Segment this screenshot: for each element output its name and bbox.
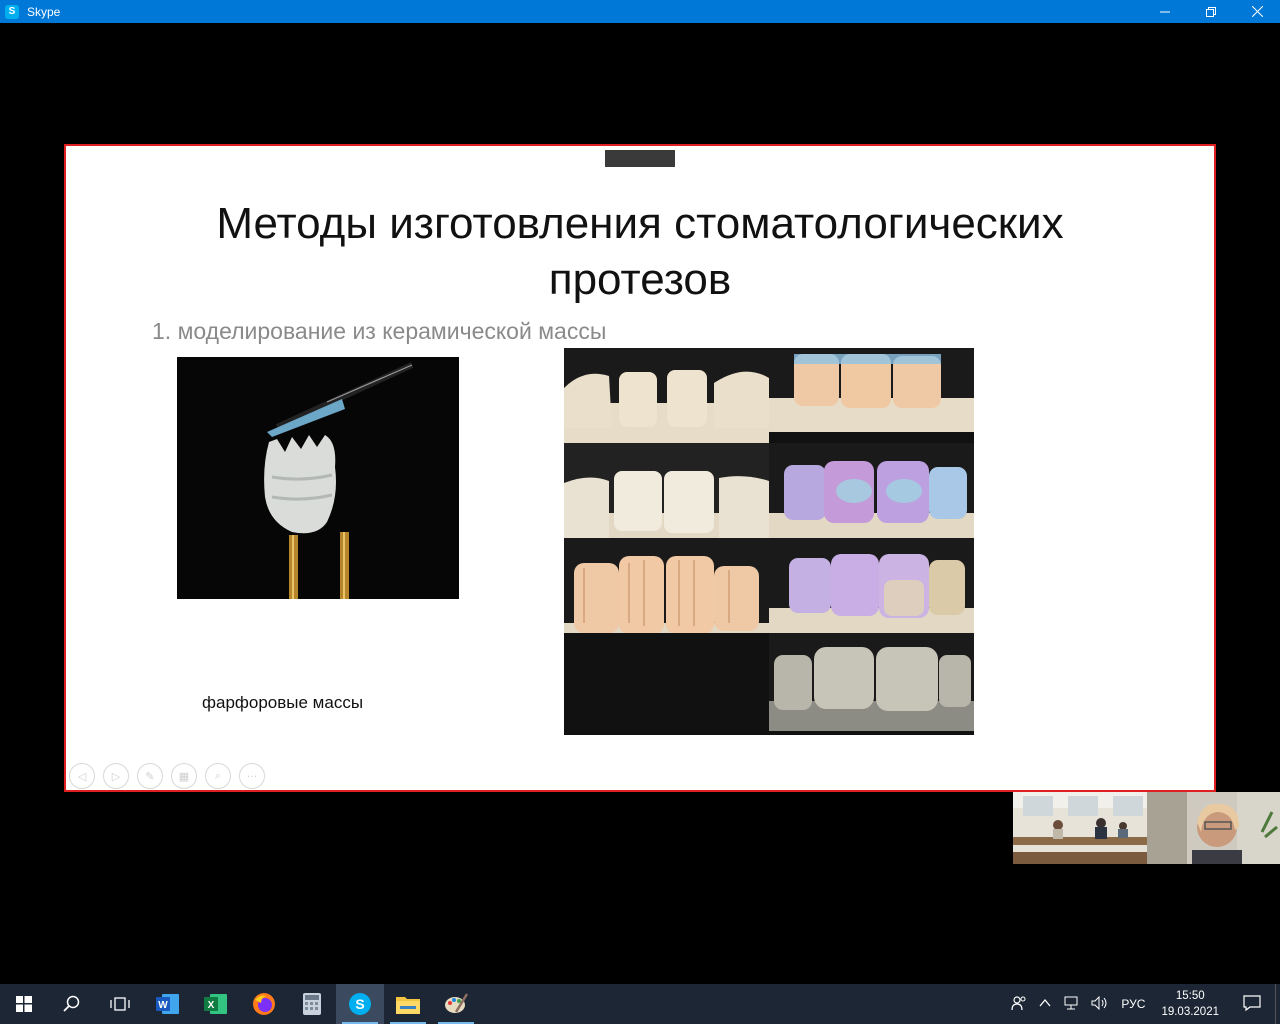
speaker-icon [1091,995,1107,1010]
stage-photo-2 [769,348,974,443]
stage-photo-5 [564,538,769,633]
close-icon [1251,6,1263,17]
window-titlebar: S Skype [0,0,1280,23]
show-desktop-button[interactable] [1275,984,1280,1024]
chevron-up-icon [1039,998,1051,1007]
taskbar-paint[interactable] [432,984,480,1024]
input-language-button[interactable]: РУС [1115,997,1151,1011]
file-explorer-icon [396,997,420,1014]
photo-caption: фарфоровые массы [202,693,364,712]
network-icon [1064,996,1078,1009]
notifications-icon [1243,994,1261,1011]
skype-icon: S [349,993,371,1015]
stage-photo-4 [769,443,974,538]
skype-app-icon: S [5,4,19,19]
task-view-icon [110,997,130,1011]
taskbar-clock[interactable]: 15:50 19.03.2021 [1151,988,1229,1020]
crown-modeling-photo [177,357,459,599]
stage-photo-1 [564,348,769,443]
see-all-slides-button[interactable]: ▦ [171,763,197,789]
people-icon [1011,995,1026,1010]
svg-text:X: X [208,1000,215,1011]
slide-title: Методы изготовления стоматологических пр… [66,196,1214,308]
taskbar-skype[interactable]: S [336,984,384,1024]
paint-icon [445,993,468,1013]
volume-button[interactable] [1085,995,1115,1013]
layering-stages-photo [564,348,974,735]
taskbar-file-explorer[interactable] [384,984,432,1024]
restore-button[interactable] [1188,0,1234,23]
slides-grid-icon: ▦ [178,769,190,783]
slideshow-controls: ◁ ▷ ✎ ▦ ⌕ ··· [69,763,265,789]
windows-taskbar: W X S РУС 15:50 19.03.2021 [0,984,1280,1024]
start-button[interactable] [0,984,48,1024]
zoom-button[interactable]: ⌕ [205,763,231,789]
slide-title-line1: Методы изготовления стоматологических [216,199,1064,248]
pen-icon: ✎ [145,769,155,783]
taskbar-calculator[interactable] [288,984,336,1024]
action-center-button[interactable] [1229,994,1275,1014]
arrow-left-icon: ◁ [77,769,87,783]
stage-photo-6 [769,538,974,633]
magnifier-icon: ⌕ [214,769,222,782]
system-tray: РУС 15:50 19.03.2021 [1005,984,1280,1024]
svg-text:W: W [158,1000,168,1011]
taskbar-firefox[interactable] [240,984,288,1024]
word-icon: W [156,994,179,1014]
taskbar-search-button[interactable] [48,984,96,1024]
people-button[interactable] [1005,995,1033,1014]
taskbar-word[interactable]: W [144,984,192,1024]
participant-video-speaker[interactable] [1147,792,1280,864]
shared-screen-slide: Методы изготовления стоматологических пр… [64,144,1216,792]
network-button[interactable] [1057,996,1085,1013]
close-button[interactable] [1234,0,1280,23]
minimize-button[interactable] [1142,0,1188,23]
screen-share-handle[interactable] [605,150,675,167]
svg-text:S: S [355,996,364,1012]
clock-time: 15:50 [1175,990,1205,1002]
show-hidden-icons-button[interactable] [1033,997,1057,1011]
arrow-right-icon: ▷ [111,769,121,783]
excel-icon: X [204,994,227,1014]
task-view-button[interactable] [96,984,144,1024]
calculator-icon [303,993,321,1015]
minimize-icon [1160,11,1170,12]
stage-photo-7 [769,633,974,735]
window-title: Skype [27,4,61,19]
firefox-icon [253,993,275,1015]
previous-slide-button[interactable]: ◁ [69,763,95,789]
stage-photo-3 [564,443,769,538]
search-icon [63,995,80,1012]
windows-logo-icon [16,996,32,1012]
pen-tool-button[interactable]: ✎ [137,763,163,789]
more-options-button[interactable]: ··· [239,763,265,789]
more-icon: ··· [246,769,258,783]
taskbar-excel[interactable]: X [192,984,240,1024]
slide-bullet: 1. моделирование из керамической массы [152,318,607,344]
clock-date: 19.03.2021 [1161,1006,1219,1018]
participant-video-classroom[interactable] [1013,792,1147,864]
window-controls [1142,0,1280,23]
next-slide-button[interactable]: ▷ [103,763,129,789]
restore-icon [1206,6,1216,17]
slide-title-line2: протезов [548,255,732,304]
